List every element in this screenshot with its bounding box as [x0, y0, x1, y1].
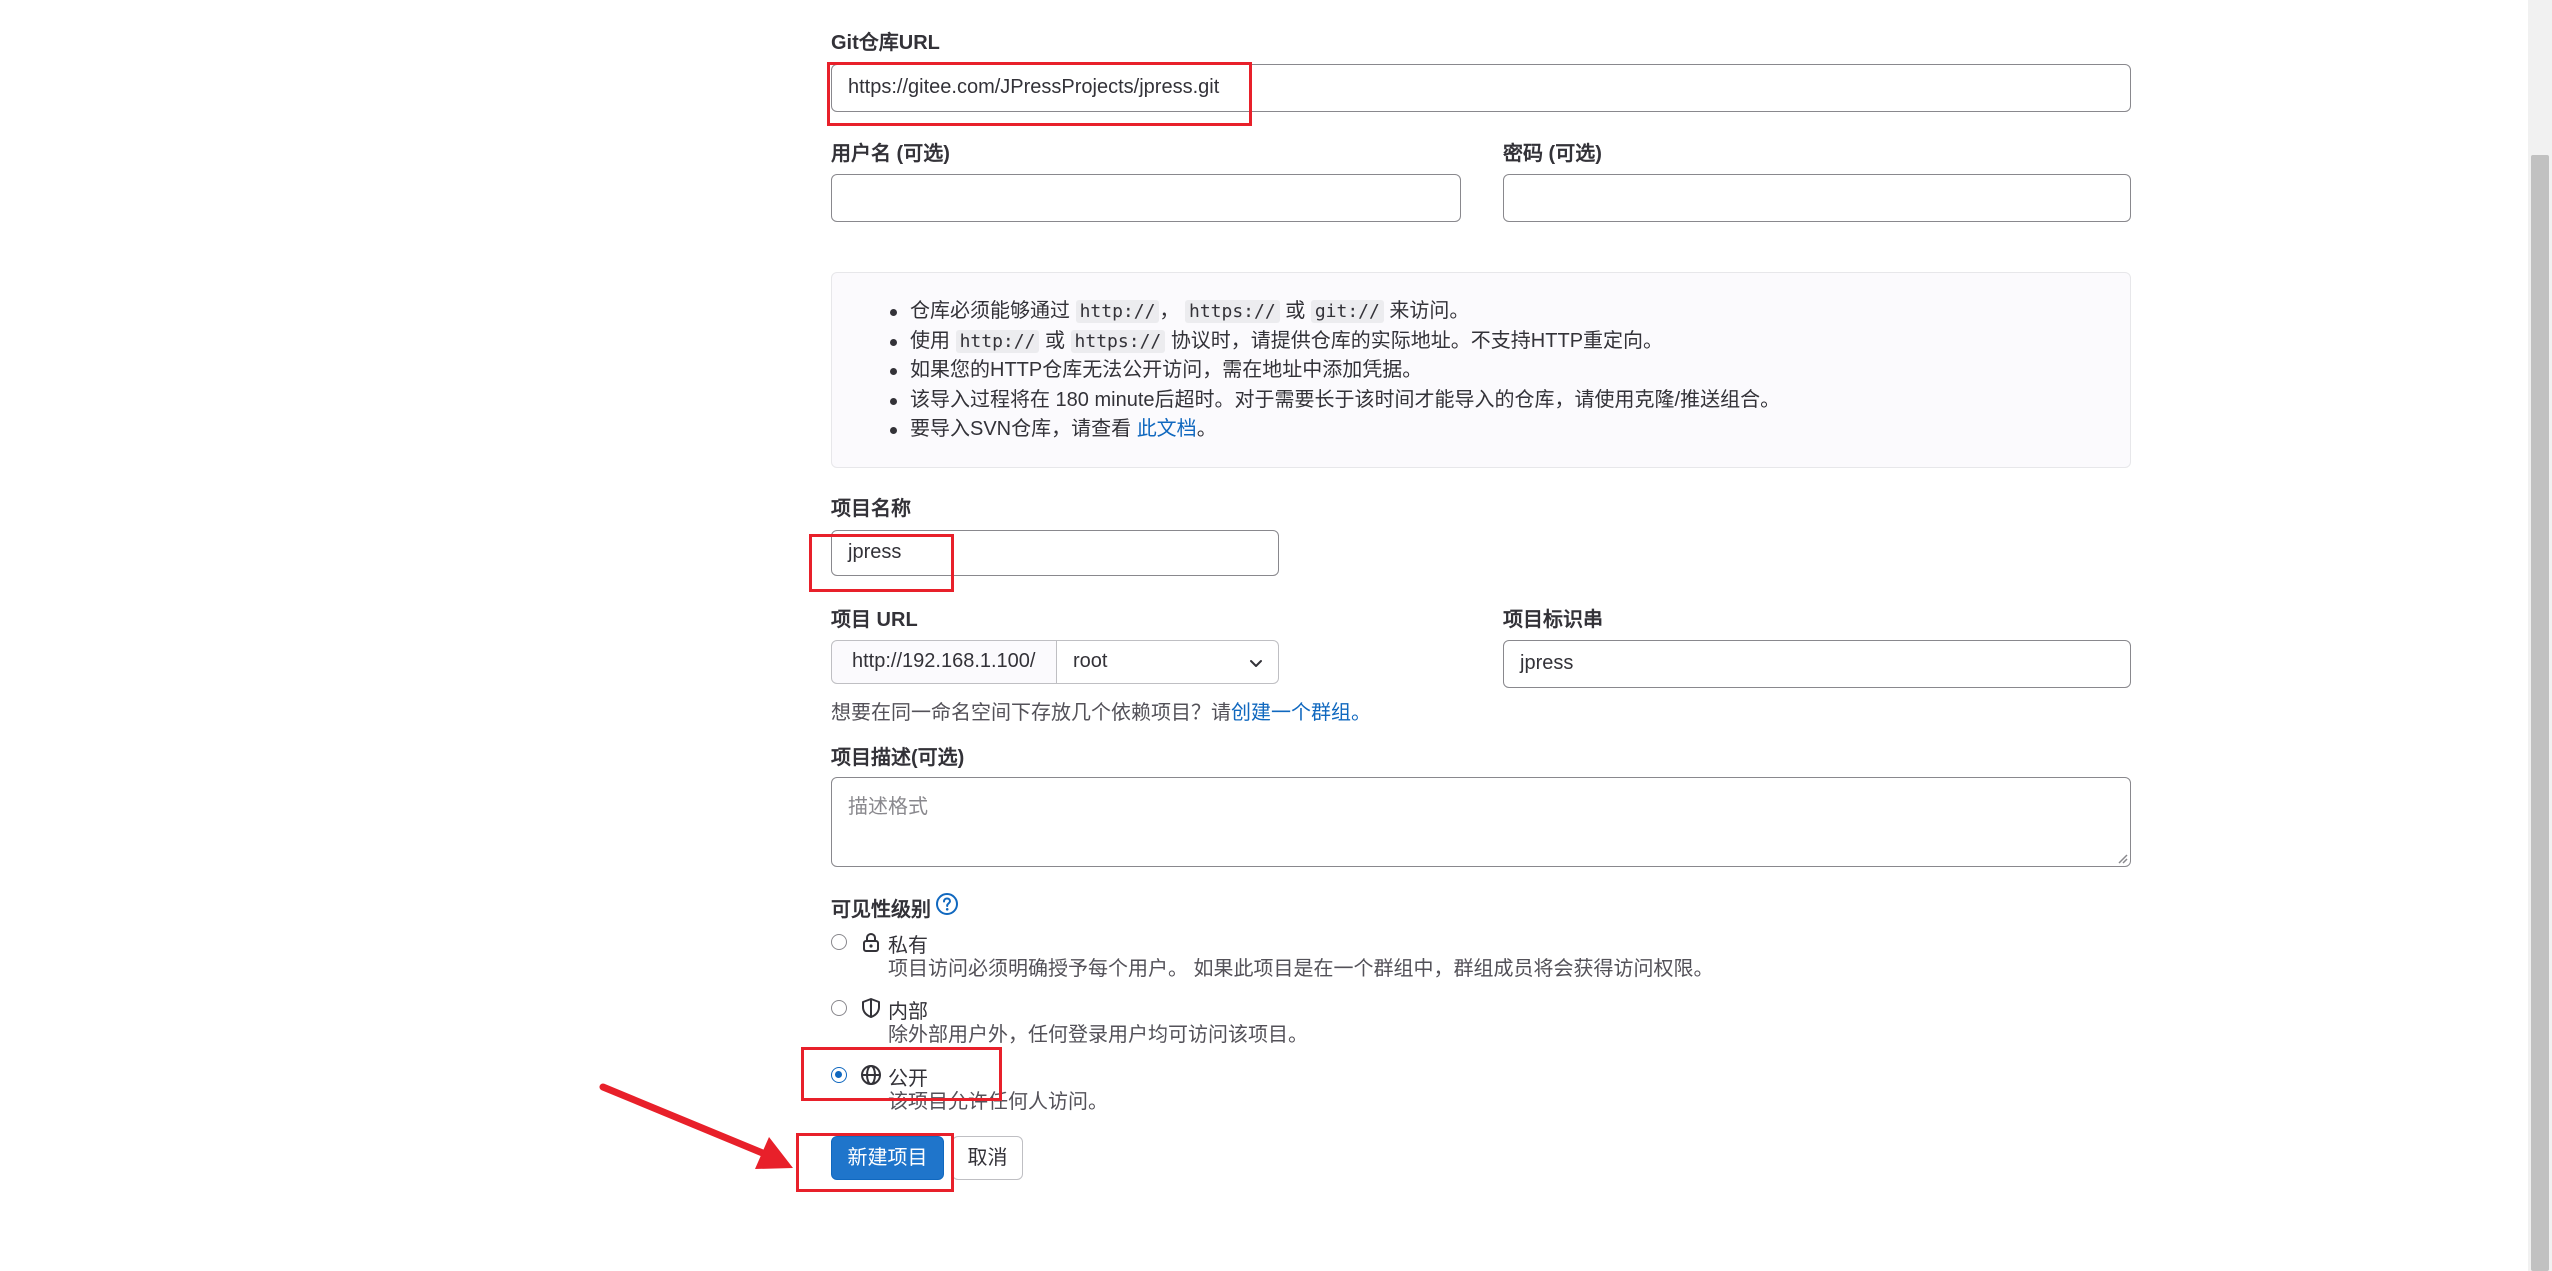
username-label: 用户名 (可选): [831, 143, 950, 165]
svn-docs-link[interactable]: 此文档: [1137, 418, 1197, 440]
import-info-list: 仓库必须能够通过 http://， https:// 或 git:// 来访问。…: [832, 297, 1780, 445]
username-input[interactable]: [831, 174, 1461, 222]
info-item: 使用 http:// 或 https:// 协议时，请提供仓库的实际地址。不支持…: [889, 327, 1780, 357]
scrollbar-thumb[interactable]: [2531, 155, 2549, 1271]
shield-icon: [862, 998, 880, 1018]
visibility-label: 可见性级别: [831, 899, 931, 921]
info-item: 该导入过程将在 180 minute后超时。对于需要长于该时间才能导入的仓库，请…: [889, 386, 1780, 416]
chevron-down-icon: [1250, 660, 1262, 667]
group-help-text: 想要在同一命名空间下存放几个依赖项目？请创建一个群组。: [831, 702, 1371, 724]
repo-url-label: Git仓库URL: [831, 32, 940, 54]
description-textarea[interactable]: 描述格式: [831, 777, 2131, 867]
password-input[interactable]: [1503, 174, 2131, 222]
project-url-label: 项目 URL: [831, 609, 918, 631]
private-description: 项目访问必须明确授予每个用户。 如果此项目是在一个群组中，群组成员将会获得访问权…: [888, 958, 1714, 980]
project-slug-label: 项目标识串: [1503, 609, 1603, 631]
namespace-select-value: root: [1073, 650, 1108, 672]
page-scrollbar[interactable]: [2528, 0, 2552, 1271]
password-label: 密码 (可选): [1503, 143, 1602, 165]
internal-radio[interactable]: [831, 1000, 847, 1016]
project-slug-input[interactable]: jpress: [1503, 640, 2131, 688]
resize-grip-icon[interactable]: [2116, 852, 2128, 864]
cancel-button[interactable]: 取消: [952, 1136, 1023, 1180]
private-radio[interactable]: [831, 934, 847, 950]
repo-url-input[interactable]: https://gitee.com/JPressProjects/jpress.…: [831, 64, 2131, 112]
create-group-link[interactable]: 创建一个群组。: [1231, 702, 1371, 724]
create-project-button[interactable]: 新建项目: [831, 1136, 944, 1180]
info-item: 要导入SVN仓库，请查看 此文档。: [889, 415, 1780, 445]
public-description: 该项目允许任何人访问。: [888, 1091, 1108, 1113]
namespace-select[interactable]: root: [1057, 640, 1279, 684]
project-name-input[interactable]: jpress: [831, 530, 1279, 576]
globe-icon: [861, 1065, 881, 1085]
public-radio[interactable]: [831, 1067, 847, 1083]
help-icon[interactable]: [935, 892, 959, 916]
lock-icon: [863, 932, 879, 952]
internal-description: 除外部用户外，任何登录用户均可访问该项目。: [888, 1024, 1308, 1046]
description-label: 项目描述(可选): [831, 747, 965, 769]
project-url-prefix: http://192.168.1.100/: [831, 640, 1057, 684]
project-name-label: 项目名称: [831, 498, 911, 520]
import-info-box: 仓库必须能够通过 http://， https:// 或 git:// 来访问。…: [831, 272, 2131, 468]
annotation-arrow-icon: [599, 1083, 793, 1169]
info-item: 如果您的HTTP仓库无法公开访问，需在地址中添加凭据。: [889, 356, 1780, 386]
info-item: 仓库必须能够通过 http://， https:// 或 git:// 来访问。: [889, 297, 1780, 327]
